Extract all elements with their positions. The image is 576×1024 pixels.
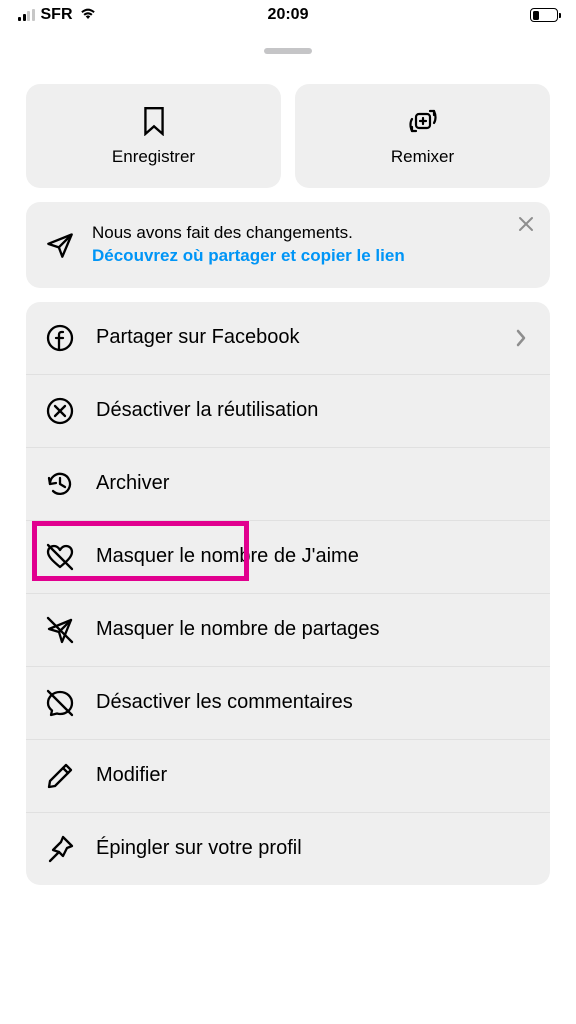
comment-off-icon — [44, 687, 76, 719]
menu-pin-profile[interactable]: Épingler sur votre profil — [26, 813, 550, 885]
carrier-label: SFR — [41, 6, 73, 24]
close-icon[interactable] — [516, 214, 536, 234]
circle-x-icon — [44, 395, 76, 427]
menu-edit[interactable]: Modifier — [26, 740, 550, 813]
status-bar: SFR 20:09 — [0, 0, 576, 30]
battery-icon — [530, 8, 558, 22]
history-icon — [44, 468, 76, 500]
menu-label: Archiver — [96, 472, 532, 495]
remix-label: Remixer — [391, 147, 454, 167]
menu-label: Masquer le nombre de J'aime — [96, 545, 532, 568]
facebook-icon — [44, 322, 76, 354]
menu-label: Désactiver les commentaires — [96, 691, 532, 714]
menu-share-facebook[interactable]: Partager sur Facebook — [26, 302, 550, 375]
remix-button[interactable]: Remixer — [295, 84, 550, 188]
menu-list: Partager sur Facebook Désactiver la réut… — [26, 302, 550, 885]
chevron-right-icon — [516, 327, 532, 349]
remix-icon — [407, 105, 439, 137]
status-right — [530, 8, 558, 22]
action-sheet: Enregistrer Remixer Nous avons — [0, 36, 576, 885]
notice-link[interactable]: Découvrez où partager et copier le lien — [92, 246, 405, 265]
clock: 20:09 — [268, 6, 309, 24]
changes-notice: Nous avons fait des changements. Découvr… — [26, 202, 550, 288]
send-off-icon — [44, 614, 76, 646]
menu-hide-shares[interactable]: Masquer le nombre de partages — [26, 594, 550, 667]
menu-archive[interactable]: Archiver — [26, 448, 550, 521]
menu-label: Modifier — [96, 764, 532, 787]
save-button[interactable]: Enregistrer — [26, 84, 281, 188]
top-actions: Enregistrer Remixer — [26, 84, 550, 188]
menu-disable-comments[interactable]: Désactiver les commentaires — [26, 667, 550, 740]
save-label: Enregistrer — [112, 147, 195, 167]
heart-off-icon — [44, 541, 76, 573]
wifi-icon — [79, 6, 97, 25]
sheet-grabber[interactable] — [264, 48, 312, 54]
bookmark-icon — [138, 105, 170, 137]
status-left: SFR — [18, 6, 97, 25]
pencil-icon — [44, 760, 76, 792]
menu-label: Masquer le nombre de partages — [96, 618, 532, 641]
menu-label: Désactiver la réutilisation — [96, 399, 532, 422]
notice-text: Nous avons fait des changements. Découvr… — [92, 222, 405, 268]
menu-hide-likes[interactable]: Masquer le nombre de J'aime — [26, 521, 550, 594]
menu-label: Partager sur Facebook — [96, 326, 496, 349]
send-icon — [46, 231, 74, 259]
menu-disable-reuse[interactable]: Désactiver la réutilisation — [26, 375, 550, 448]
notice-line1: Nous avons fait des changements. — [92, 223, 353, 242]
pin-icon — [44, 833, 76, 865]
cellular-signal-icon — [18, 9, 35, 21]
menu-label: Épingler sur votre profil — [96, 837, 532, 860]
